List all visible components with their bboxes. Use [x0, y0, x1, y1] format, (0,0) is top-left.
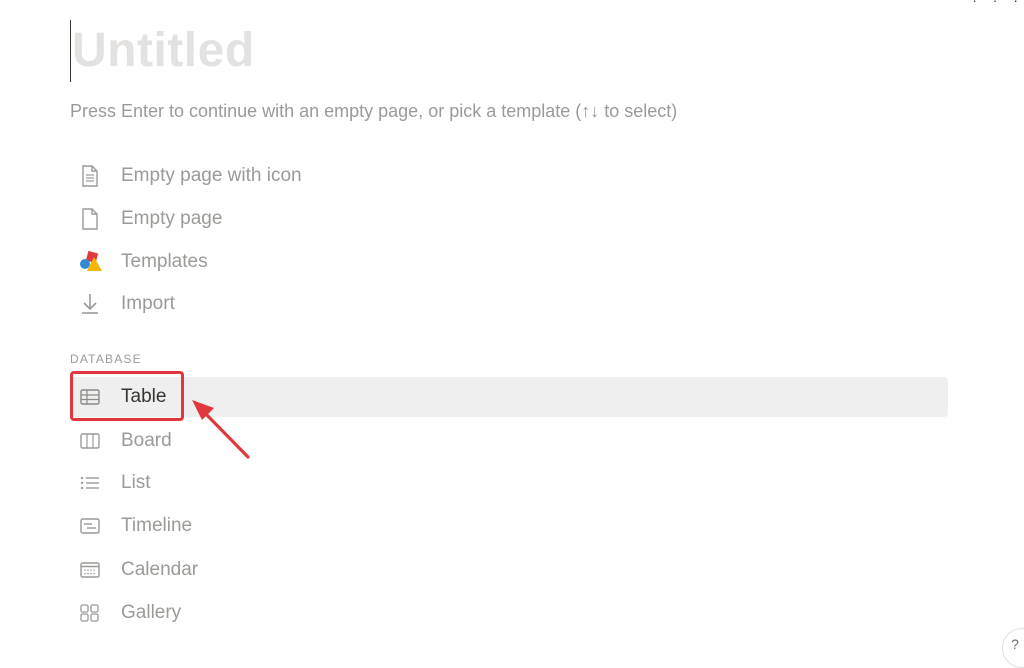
gallery-icon — [70, 593, 110, 633]
text-cursor — [70, 20, 71, 82]
option-templates[interactable]: Templates — [70, 242, 948, 282]
database-item-label: List — [121, 472, 151, 493]
template-hint: Press Enter to continue with an empty pa… — [70, 101, 678, 121]
option-label: Templates — [121, 251, 208, 272]
calendar-icon — [70, 550, 110, 590]
database-section-label: DATABASE — [70, 352, 142, 366]
option-empty-page[interactable]: Empty page — [70, 199, 948, 239]
database-item-timeline[interactable]: Timeline — [70, 506, 948, 546]
table-icon — [70, 377, 110, 417]
database-item-calendar[interactable]: Calendar — [70, 550, 948, 590]
page-title-input[interactable]: Untitled — [72, 20, 255, 82]
database-item-board[interactable]: Board — [70, 421, 948, 461]
help-icon: ? — [1011, 636, 1019, 652]
truncated-top-bar-text: · · · — [972, 0, 1024, 8]
option-import[interactable]: Import — [70, 284, 948, 324]
option-label: Empty page — [121, 208, 223, 229]
database-item-label: Timeline — [121, 515, 193, 536]
database-item-label: Calendar — [121, 559, 199, 580]
list-icon — [70, 463, 110, 503]
document-with-lines-icon — [70, 156, 110, 196]
database-item-label: Table — [121, 386, 167, 407]
database-item-label: Gallery — [121, 602, 182, 623]
database-item-table[interactable]: Table — [70, 377, 948, 417]
database-item-list[interactable]: List — [70, 463, 948, 503]
option-label: Import — [121, 293, 175, 314]
import-arrow-icon — [70, 284, 110, 324]
option-label: Empty page with icon — [121, 165, 302, 186]
help-button[interactable]: ? — [1002, 628, 1024, 668]
option-empty-page-with-icon[interactable]: Empty page with icon — [70, 156, 948, 196]
database-item-label: Board — [121, 430, 172, 451]
templates-shapes-icon — [70, 242, 110, 282]
blank-document-icon — [70, 199, 110, 239]
timeline-icon — [70, 506, 110, 546]
database-item-gallery[interactable]: Gallery — [70, 593, 948, 633]
board-icon — [70, 421, 110, 461]
